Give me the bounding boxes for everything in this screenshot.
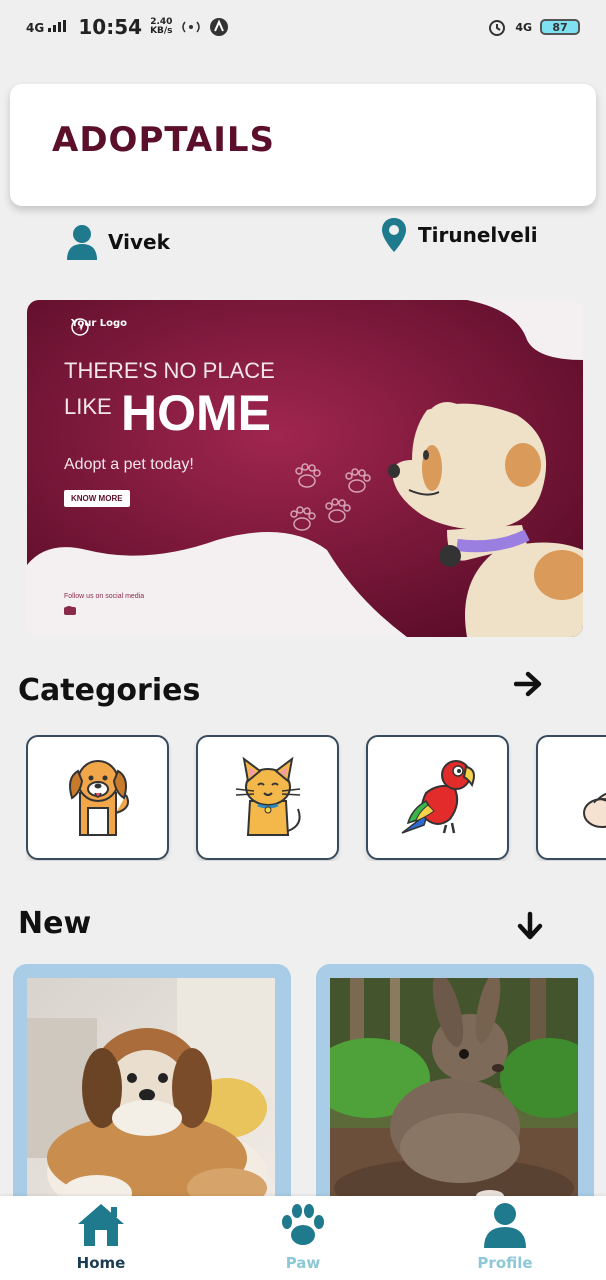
signal-bars-icon [48,20,67,32]
nav-profile[interactable]: Profile [445,1202,565,1272]
user-icon [67,225,97,260]
nav-profile-label: Profile [477,1254,533,1272]
new-arrow-down[interactable] [514,910,546,942]
categories-arrow-right[interactable] [513,668,545,700]
banner-headline-line1: THERE'S NO PLACE [64,358,275,383]
location-city: Tirunelveli [418,223,538,247]
shih-tzu-dog-photo [27,978,275,1218]
alarm-icon [487,17,507,37]
user-name: Vivek [108,230,170,254]
location-pin-icon [382,218,406,252]
dog-icon [68,759,129,836]
snapchat-icon[interactable] [64,606,74,616]
paw-icon [282,1204,324,1245]
banner-logo: Your Logo [71,318,127,336]
rabbit-icon [582,792,606,828]
net-speed: 2.40 KB/s [150,18,172,36]
clock: 10:54 [78,15,143,39]
categories-row[interactable] [26,735,606,861]
new-title: New [18,906,92,941]
know-more-button[interactable]: KNOW MORE [64,490,130,507]
battery-indicator: 87 [540,19,580,35]
nav-home[interactable]: Home [41,1202,161,1272]
category-card-parrot[interactable] [366,735,509,860]
category-card-cat[interactable] [196,735,339,860]
rabbit-photo [330,978,578,1218]
network-right: 4G [515,20,532,34]
home-icon [78,1204,124,1246]
category-card-dog[interactable] [26,735,169,860]
status-bar: 4G 10:54 2.40 KB/s 4G 87 [0,0,606,54]
banner-headline-home: HOME [121,385,271,441]
nav-home-label: Home [76,1254,126,1272]
categories-title: Categories [18,673,201,708]
arrow-down-icon [517,911,543,940]
category-card-rabbit[interactable] [536,735,606,860]
banner-tagline: Adopt a pet today! [64,456,194,473]
nav-paw[interactable]: Paw [243,1202,363,1272]
parrot-icon [401,759,475,834]
user-info[interactable]: Vivek [66,224,170,260]
signal-label: 4G [26,21,45,35]
status-right: 4G 87 [487,17,580,37]
profile-icon [484,1203,526,1248]
signal-indicator: 4G [26,20,70,34]
arrow-right-icon [514,671,542,697]
banner-headline-like: LIKE [64,394,112,419]
cat-icon [235,756,301,836]
navigate-icon [71,318,89,336]
bottom-nav: Home Paw Profile [0,1196,606,1280]
app-title: ADOPTAILS [52,120,276,160]
banner-follow-text: Follow us on social media [64,593,145,600]
app-notification-icon [209,17,229,37]
promo-banner[interactable]: Your Logo THERE'S NO PLACE LIKE HOME Ado… [27,300,583,637]
net-speed-unit: KB/s [150,26,173,36]
header-card: ADOPTAILS [10,84,596,206]
nav-paw-label: Paw [285,1254,321,1272]
location-info[interactable]: Tirunelveli [382,218,538,252]
hotspot-icon [181,17,201,37]
status-left: 4G 10:54 2.40 KB/s [26,15,229,39]
